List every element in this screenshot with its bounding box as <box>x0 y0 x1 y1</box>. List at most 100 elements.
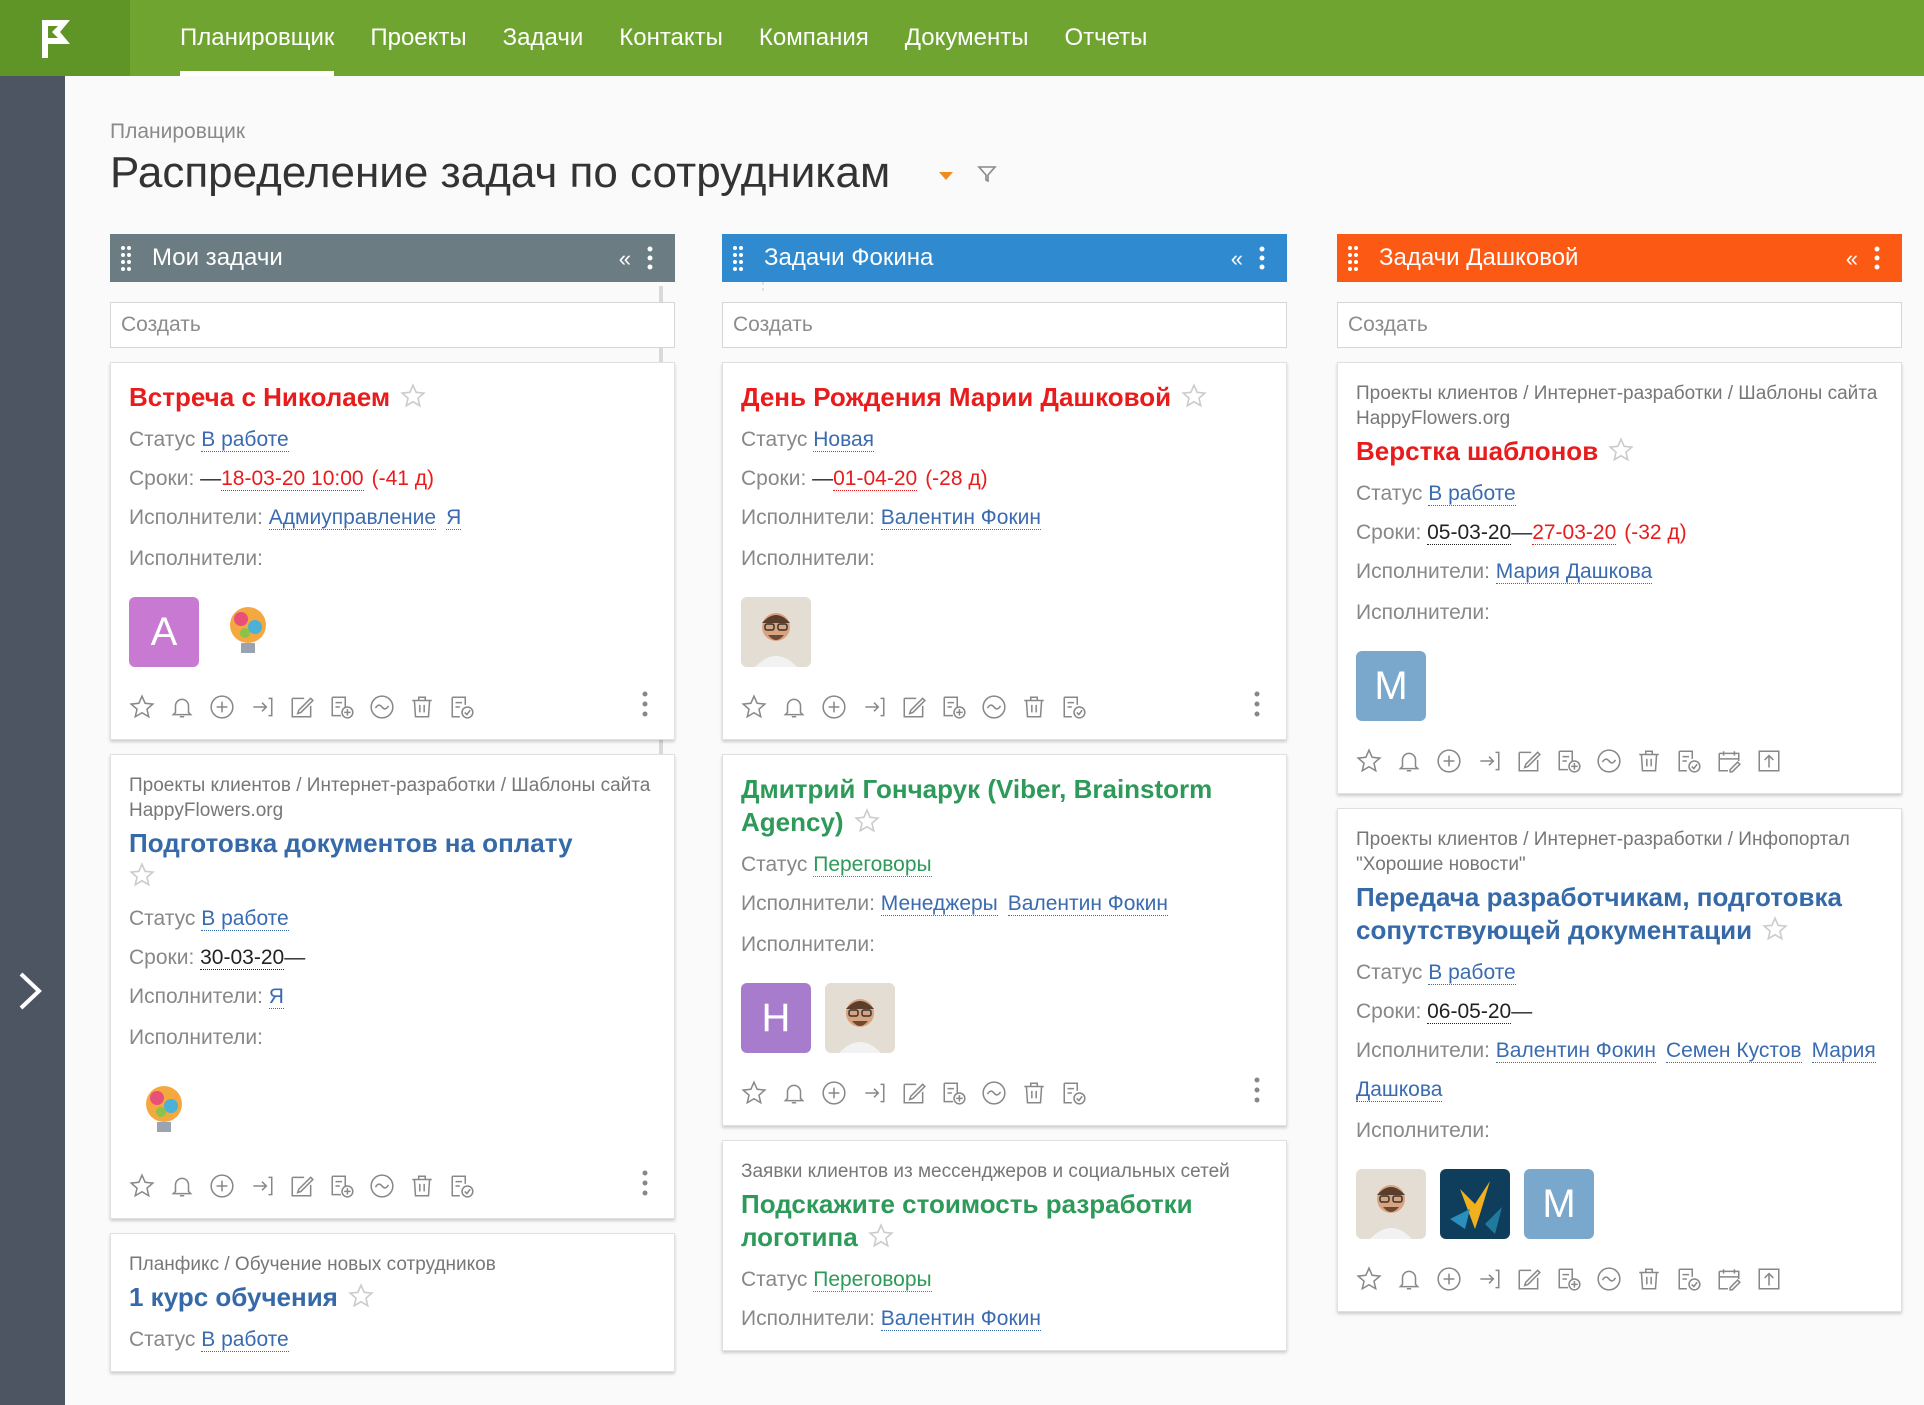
star-icon[interactable] <box>741 694 767 720</box>
executor-link[interactable]: Я <box>446 506 462 530</box>
bell-icon[interactable] <box>169 694 195 720</box>
bulb-avatar-icon[interactable] <box>213 597 283 667</box>
create-task-input[interactable] <box>1337 302 1902 348</box>
star-icon[interactable] <box>1356 1266 1382 1292</box>
nav-documents[interactable]: Документы <box>905 0 1029 76</box>
executor-link[interactable]: Адмиуправление <box>268 506 437 530</box>
complete-icon[interactable] <box>1676 1266 1702 1292</box>
card-menu-icon[interactable] <box>1254 691 1260 717</box>
task-path[interactable]: Проекты клиентов / Интернет-разработки /… <box>129 773 656 823</box>
recurring-icon[interactable] <box>981 1080 1007 1106</box>
status-value[interactable]: Переговоры <box>813 1268 932 1292</box>
calendar-edit-icon[interactable] <box>1716 1266 1742 1292</box>
star-icon[interactable] <box>853 808 880 834</box>
executor-link[interactable]: Валентин Фокин <box>1007 892 1168 916</box>
task-title[interactable]: Подготовка документов на оплату <box>129 827 656 893</box>
add-icon[interactable] <box>209 694 235 720</box>
add-icon[interactable] <box>1436 748 1462 774</box>
title-dropdown-icon[interactable] <box>939 172 953 180</box>
date-start[interactable]: 30-03-20 <box>200 946 285 970</box>
add-subtask-icon[interactable] <box>329 1173 355 1199</box>
person-photo-avatar-icon[interactable] <box>825 983 895 1053</box>
executor-link[interactable]: Валентин Фокин <box>880 1307 1041 1331</box>
trash-icon[interactable] <box>1021 1080 1047 1106</box>
column-menu-icon[interactable] <box>1874 246 1880 270</box>
trash-icon[interactable] <box>1636 1266 1662 1292</box>
task-card[interactable]: Проекты клиентов / Интернет-разработки /… <box>110 754 675 1219</box>
executor-link[interactable]: Семен Кустов <box>1665 1039 1802 1063</box>
star-icon[interactable] <box>348 1283 374 1309</box>
collapse-icon[interactable]: « <box>1231 246 1243 272</box>
nav-projects[interactable]: Проекты <box>370 0 466 76</box>
card-menu-icon[interactable] <box>1254 1077 1260 1103</box>
bell-icon[interactable] <box>781 694 807 720</box>
add-subtask-icon[interactable] <box>1556 1266 1582 1292</box>
task-card[interactable]: Дмитрий Гончарук (Viber, Brainstorm Agen… <box>722 754 1287 1126</box>
star-icon[interactable] <box>1181 383 1207 409</box>
recurring-icon[interactable] <box>369 1173 395 1199</box>
star-icon[interactable] <box>1608 437 1634 463</box>
task-card[interactable]: Встреча с Николаем Статус В работе Сроки… <box>110 362 675 740</box>
flower-avatar-icon[interactable] <box>1440 1169 1510 1239</box>
avatar[interactable]: H <box>741 983 811 1053</box>
edit-icon[interactable] <box>901 1080 927 1106</box>
executor-link[interactable]: Валентин Фокин <box>880 506 1041 530</box>
trash-icon[interactable] <box>1636 748 1662 774</box>
edit-icon[interactable] <box>289 694 315 720</box>
trash-icon[interactable] <box>409 1173 435 1199</box>
move-icon[interactable] <box>1476 748 1502 774</box>
add-icon[interactable] <box>821 694 847 720</box>
drag-handle-icon[interactable] <box>1347 245 1359 271</box>
avatar[interactable]: A <box>129 597 199 667</box>
avatar[interactable]: M <box>1356 651 1426 721</box>
complete-icon[interactable] <box>1061 1080 1087 1106</box>
star-icon[interactable] <box>129 694 155 720</box>
status-value[interactable]: В работе <box>201 907 289 931</box>
add-icon[interactable] <box>209 1173 235 1199</box>
bulb-avatar-icon[interactable] <box>129 1076 199 1146</box>
collapse-icon[interactable]: « <box>1846 246 1858 272</box>
task-card[interactable]: Планфикс / Обучение новых сотрудников 1 … <box>110 1233 675 1372</box>
complete-icon[interactable] <box>1061 694 1087 720</box>
recurring-icon[interactable] <box>1596 748 1622 774</box>
nav-contacts[interactable]: Контакты <box>619 0 723 76</box>
recurring-icon[interactable] <box>1596 1266 1622 1292</box>
task-card[interactable]: День Рождения Марии Дашковой Статус Нова… <box>722 362 1287 740</box>
task-path[interactable]: Планфикс / Обучение новых сотрудников <box>129 1252 656 1277</box>
status-value[interactable]: В работе <box>1428 961 1516 985</box>
add-subtask-icon[interactable] <box>941 1080 967 1106</box>
add-subtask-icon[interactable] <box>329 694 355 720</box>
card-menu-icon[interactable] <box>642 1170 648 1196</box>
task-path[interactable]: Проекты клиентов / Интернет-разработки /… <box>1356 827 1883 877</box>
task-card[interactable]: Заявки клиентов из мессенджеров и социал… <box>722 1140 1287 1351</box>
complete-icon[interactable] <box>449 1173 475 1199</box>
column-menu-icon[interactable] <box>1259 246 1265 270</box>
date-start[interactable]: 06-05-20 <box>1427 1000 1512 1024</box>
column-menu-icon[interactable] <box>647 246 653 270</box>
person-photo-avatar-icon[interactable] <box>741 597 811 667</box>
move-icon[interactable] <box>249 694 275 720</box>
task-path[interactable]: Заявки клиентов из мессенджеров и социал… <box>741 1159 1268 1184</box>
date-end[interactable]: 01-04-20 <box>833 467 918 491</box>
status-value[interactable]: Переговоры <box>813 853 932 877</box>
trash-icon[interactable] <box>409 694 435 720</box>
add-subtask-icon[interactable] <box>941 694 967 720</box>
task-card[interactable]: Проекты клиентов / Интернет-разработки /… <box>1337 808 1902 1312</box>
star-icon[interactable] <box>867 1223 894 1249</box>
star-icon[interactable] <box>1356 748 1382 774</box>
task-title[interactable]: Подскажите стоимость разработки логотипа <box>741 1188 1268 1254</box>
edit-icon[interactable] <box>1516 1266 1542 1292</box>
bell-icon[interactable] <box>781 1080 807 1106</box>
star-icon[interactable] <box>129 862 155 888</box>
status-value[interactable]: Новая <box>813 428 875 452</box>
recurring-icon[interactable] <box>981 694 1007 720</box>
add-subtask-icon[interactable] <box>1556 748 1582 774</box>
card-menu-icon[interactable] <box>642 691 648 717</box>
avatar[interactable]: M <box>1524 1169 1594 1239</box>
edit-icon[interactable] <box>901 694 927 720</box>
date-end[interactable]: 18-03-20 10:00 <box>221 467 364 491</box>
status-value[interactable]: В работе <box>201 428 289 452</box>
status-value[interactable]: В работе <box>201 1328 289 1352</box>
executor-link[interactable]: Менеджеры <box>880 892 998 916</box>
move-icon[interactable] <box>249 1173 275 1199</box>
